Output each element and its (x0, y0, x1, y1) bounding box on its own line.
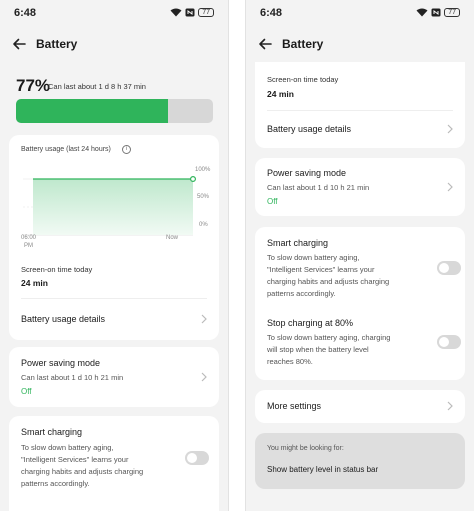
status-icons: 77 (170, 8, 214, 17)
status-time: 6:48 (260, 7, 283, 19)
usage-area (33, 179, 193, 235)
battery-usage-details-label: Battery usage details (267, 124, 352, 134)
power-saving-estimate: Can last about 1 d 10 h 21 min (21, 373, 124, 382)
smart-charging-toggle[interactable] (437, 261, 461, 275)
nfc-icon (431, 8, 441, 17)
status-bar: 6:48 77 (0, 0, 228, 26)
chevron-right-icon (201, 314, 207, 324)
screen-on-label: Screen-on time today (21, 265, 93, 274)
smart-charging-desc-line: To slow down battery aging, (21, 443, 114, 452)
power-saving-row[interactable]: Power saving mode Can last about 1 d 10 … (255, 158, 465, 216)
stop-charging-desc-line: reaches 80%. (267, 357, 313, 366)
wifi-icon (416, 8, 428, 17)
more-settings-label: More settings (267, 401, 322, 411)
smart-charging-row: Smart charging To slow down battery agin… (9, 416, 219, 511)
chevron-right-icon (447, 401, 453, 411)
page-header: Battery (246, 34, 474, 58)
smart-charging-label: Smart charging (21, 427, 83, 437)
info-icon[interactable]: i (122, 145, 131, 154)
x-tick-end: Now (166, 235, 179, 241)
battery-usage-details-row[interactable]: Battery usage details (255, 111, 465, 148)
back-arrow-icon[interactable] (12, 37, 26, 51)
screen-on-label: Screen-on time today (267, 75, 339, 84)
more-settings-row[interactable]: More settings (255, 390, 465, 423)
usage-end-point (190, 176, 197, 183)
power-saving-state: Off (21, 387, 32, 396)
smart-charging-desc-line: To slow down battery aging, (267, 253, 360, 262)
battery-status-icon: 77 (198, 8, 214, 17)
stop-charging-label: Stop charging at 80% (267, 318, 354, 328)
wifi-icon (170, 8, 182, 17)
status-time: 6:48 (14, 7, 37, 19)
chevron-right-icon (447, 182, 453, 192)
status-bar: 6:48 77 (246, 0, 474, 26)
stop-charging-toggle[interactable] (437, 335, 461, 349)
battery-estimate: Can last about 1 d 8 h 37 min (48, 82, 146, 91)
battery-level-fill (16, 99, 168, 123)
suggestions-heading: You might be looking for: (267, 445, 344, 452)
power-saving-estimate: Can last about 1 d 10 h 21 min (267, 183, 370, 192)
screen-on-value: 24 min (21, 278, 48, 288)
x-tick-start-suffix: PM (24, 243, 33, 249)
battery-usage-details-row[interactable]: Battery usage details (9, 299, 219, 339)
battery-screen-scrolled: 6:48 77 Battery Screen-on time today 24 … (245, 0, 474, 511)
smart-charging-desc-line: "Intelligent Services" learns your (267, 265, 375, 274)
suggestion-show-battery-level[interactable]: Show battery level in status bar (267, 465, 378, 474)
smart-charging-desc-line: patterns accordingly. (21, 479, 90, 488)
power-saving-state: Off (267, 197, 278, 206)
battery-usage-card: Battery usage (last 24 hours) i 100% 50%… (9, 135, 219, 340)
power-saving-row[interactable]: Power saving mode Can last about 1 d 10 … (9, 347, 219, 407)
charging-options-card: Smart charging To slow down battery agin… (255, 227, 465, 380)
smart-charging-desc-line: charging habits and adjusts charging (267, 277, 390, 286)
page-title: Battery (36, 37, 78, 51)
battery-percent: 77% (16, 76, 51, 95)
status-icons: 77 (416, 8, 460, 17)
suggestions-card: You might be looking for: Show battery l… (255, 433, 465, 489)
battery-usage-card: Screen-on time today 24 min Battery usag… (255, 62, 465, 148)
power-saving-label: Power saving mode (21, 358, 101, 368)
page-title: Battery (282, 37, 324, 51)
smart-charging-desc-line: "Intelligent Services" learns your (21, 455, 129, 464)
chevron-right-icon (447, 124, 453, 134)
smart-charging-toggle[interactable] (185, 451, 209, 465)
battery-level-bar (16, 99, 213, 123)
page-header: Battery (0, 34, 228, 58)
usage-chart (23, 176, 197, 236)
y-tick-50: 50% (197, 194, 210, 200)
power-saving-label: Power saving mode (267, 168, 347, 178)
smart-charging-label: Smart charging (267, 238, 329, 248)
y-tick-100: 100% (195, 167, 211, 173)
smart-charging-desc-line: charging habits and adjusts charging (21, 467, 144, 476)
smart-charging-desc-line: patterns accordingly. (267, 289, 336, 298)
screen-on-value: 24 min (267, 89, 294, 99)
battery-status-icon: 77 (444, 8, 460, 17)
back-arrow-icon[interactable] (258, 37, 272, 51)
nfc-icon (185, 8, 195, 17)
battery-usage-details-label: Battery usage details (21, 314, 106, 324)
usage-chart-title: Battery usage (last 24 hours) (21, 146, 111, 153)
stop-charging-desc-line: will stop when the battery level (267, 345, 369, 354)
chevron-right-icon (201, 372, 207, 382)
y-tick-0: 0% (199, 222, 208, 228)
x-tick-start: 06:00 (21, 235, 37, 241)
battery-screen-top: 6:48 77 Battery 77% Can last about 1 d 8… (0, 0, 229, 511)
stop-charging-desc-line: To slow down battery aging, charging (267, 333, 391, 342)
